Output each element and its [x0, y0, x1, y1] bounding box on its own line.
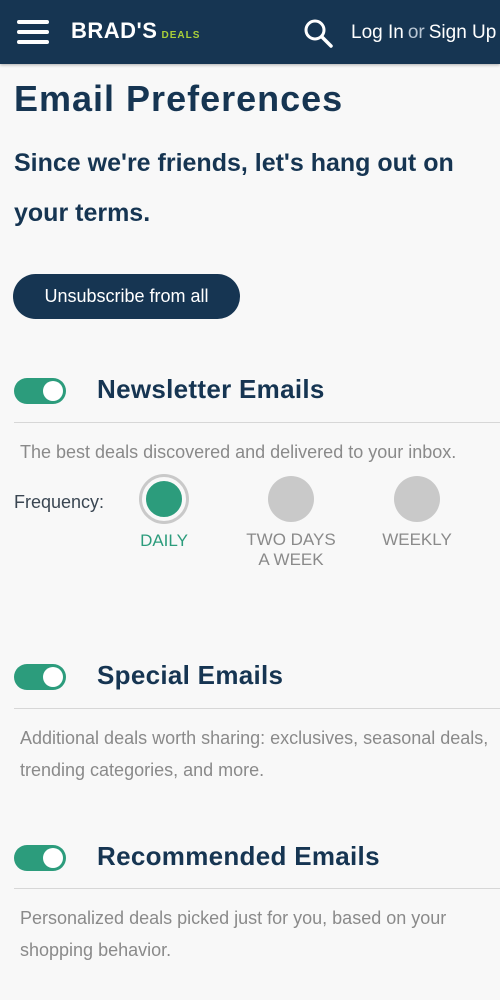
top-navigation-bar: BRAD'S DEALS Log In or Sign Up: [0, 0, 500, 64]
frequency-option-weekly[interactable]: WEEKLY: [362, 476, 472, 550]
frequency-option-label: WEEKLY: [362, 530, 472, 550]
auth-links: Log In or Sign Up: [351, 22, 496, 44]
page-title: Email Preferences: [14, 78, 344, 119]
recommended-description: Personalized deals picked just for you, …: [20, 908, 447, 960]
section-divider: [14, 708, 500, 709]
toggle-knob: [43, 381, 63, 401]
newsletter-section-header: Newsletter Emails: [14, 372, 500, 412]
special-section-header: Special Emails: [14, 658, 500, 698]
frequency-option-two-days[interactable]: TWO DAYS A WEEK: [236, 476, 346, 570]
section-divider: [14, 422, 500, 423]
recommended-toggle[interactable]: [14, 845, 66, 871]
hamburger-menu-icon[interactable]: [17, 20, 49, 44]
logo-main-text: BRAD'S: [71, 18, 158, 43]
logo-sub-text: DEALS: [161, 30, 201, 41]
frequency-option-label: DAILY: [109, 531, 219, 551]
unsubscribe-all-button[interactable]: Unsubscribe from all: [13, 274, 240, 319]
frequency-label-line1: DAILY: [140, 531, 188, 550]
special-toggle[interactable]: [14, 664, 66, 690]
search-icon[interactable]: [303, 18, 333, 48]
frequency-label: Frequency:: [14, 492, 105, 512]
frequency-radio[interactable]: [268, 476, 314, 522]
frequency-label-line1: TWO DAYS: [246, 530, 336, 549]
special-description: Additional deals worth sharing: exclusiv…: [20, 728, 489, 780]
recommended-section-header: Recommended Emails: [14, 839, 500, 879]
toggle-knob: [43, 848, 63, 868]
page-subtitle: Since we're friends, let's hang out on y…: [14, 149, 454, 227]
section-divider: [14, 888, 500, 889]
recommended-section-title: Recommended Emails: [97, 841, 380, 871]
toggle-knob: [43, 667, 63, 687]
or-text: or: [407, 22, 425, 43]
special-section-title: Special Emails: [97, 660, 284, 690]
signup-link[interactable]: Sign Up: [429, 22, 497, 43]
frequency-option-daily[interactable]: DAILY: [109, 476, 219, 551]
newsletter-description: The best deals discovered and delivered …: [20, 442, 457, 462]
login-link[interactable]: Log In: [351, 22, 404, 43]
frequency-label-line2: A WEEK: [258, 550, 324, 569]
newsletter-section-title: Newsletter Emails: [97, 374, 325, 404]
frequency-radio-selected[interactable]: [142, 477, 186, 521]
brads-deals-logo[interactable]: BRAD'S DEALS: [71, 18, 200, 44]
frequency-radio[interactable]: [394, 476, 440, 522]
frequency-label-line1: WEEKLY: [382, 530, 452, 549]
newsletter-toggle[interactable]: [14, 378, 66, 404]
frequency-option-label: TWO DAYS A WEEK: [236, 530, 346, 570]
